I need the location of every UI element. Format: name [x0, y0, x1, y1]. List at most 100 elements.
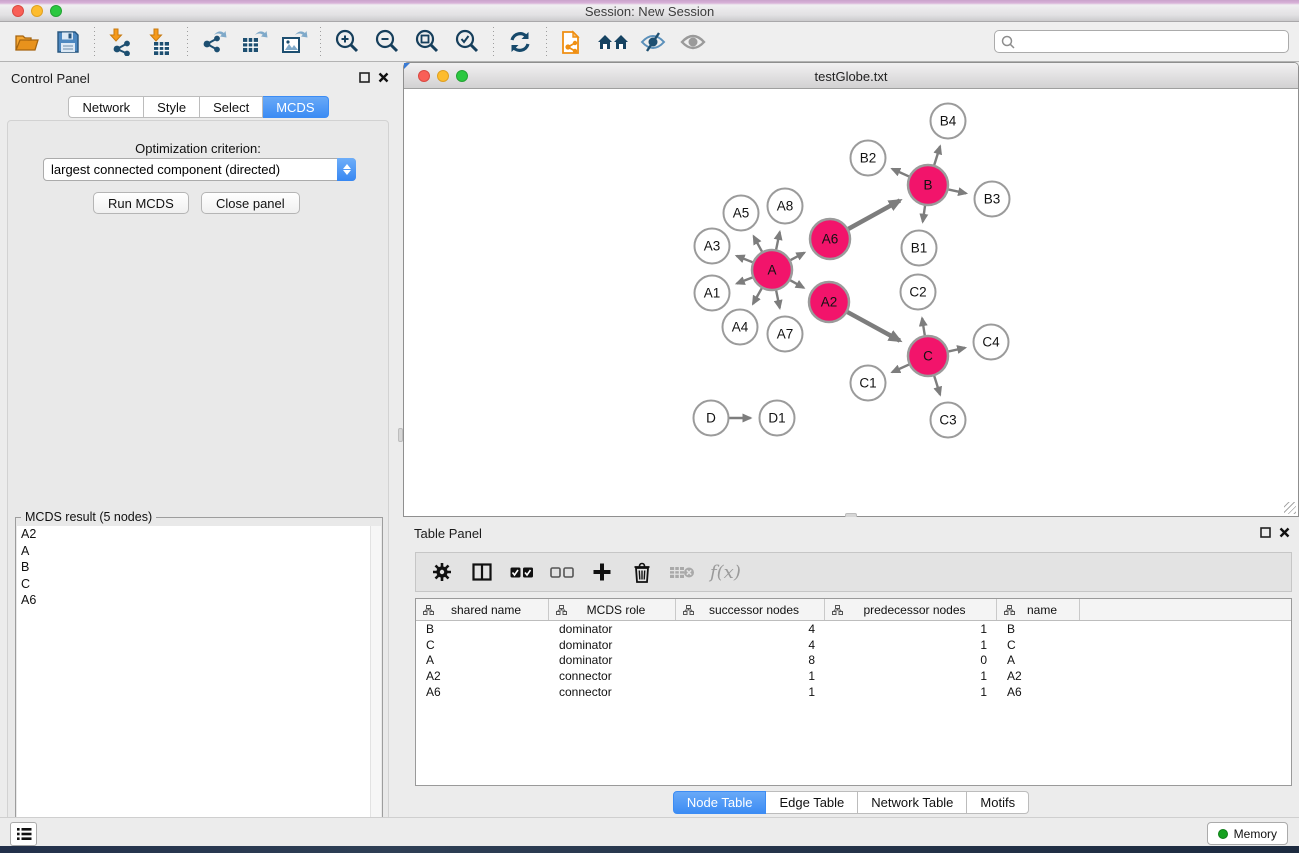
table-row-a6[interactable]: A6connector11A6 — [416, 684, 1291, 700]
graph-edge-B-B1[interactable] — [923, 205, 925, 222]
home-button[interactable] — [593, 25, 633, 59]
graph-node-A7[interactable]: A7 — [768, 317, 803, 352]
import-network-button[interactable] — [101, 25, 141, 59]
column-header-MCDS-role[interactable]: MCDS role — [549, 599, 676, 620]
window-resize-grip[interactable] — [1284, 502, 1296, 514]
table-row-a[interactable]: Adominator80A — [416, 652, 1291, 668]
zoom-fit-button[interactable] — [407, 25, 447, 59]
graph-node-B[interactable]: B — [908, 165, 948, 205]
table-row-b[interactable]: Bdominator41B — [416, 621, 1291, 637]
memory-button[interactable]: Memory — [1207, 822, 1288, 845]
run-mcds-button[interactable]: Run MCDS — [93, 192, 189, 214]
delete-column-button[interactable] — [624, 556, 660, 588]
refresh-button[interactable] — [500, 25, 540, 59]
graph-edge-A2-C[interactable] — [847, 312, 900, 341]
graph-edge-C-C3[interactable] — [934, 375, 940, 395]
graph-edge-A-A8[interactable] — [776, 232, 780, 250]
tab-mcds[interactable]: MCDS — [263, 96, 328, 118]
tab-style[interactable]: Style — [144, 96, 200, 118]
table-row-c[interactable]: Cdominator41C — [416, 637, 1291, 653]
graph-node-B2[interactable]: B2 — [851, 141, 886, 176]
result-item-a[interactable]: A — [17, 543, 371, 560]
graph-node-C2[interactable]: C2 — [901, 275, 936, 310]
graph-node-C[interactable]: C — [908, 336, 948, 376]
graph-node-C3[interactable]: C3 — [931, 403, 966, 438]
close-panel-action-button[interactable]: Close panel — [201, 192, 300, 214]
close-panel-button[interactable] — [376, 70, 390, 84]
tab-select[interactable]: Select — [200, 96, 263, 118]
graph-edge-A-A5[interactable] — [754, 236, 763, 252]
graph-node-B4[interactable]: B4 — [931, 104, 966, 139]
column-header-name[interactable]: name — [997, 599, 1080, 620]
tab-node-table[interactable]: Node Table — [673, 791, 767, 814]
export-network-button[interactable] — [194, 25, 234, 59]
task-history-button[interactable] — [10, 822, 37, 846]
result-item-c[interactable]: C — [17, 576, 371, 593]
zoom-in-button[interactable] — [327, 25, 367, 59]
graph-node-C4[interactable]: C4 — [974, 325, 1009, 360]
tab-motifs[interactable]: Motifs — [967, 791, 1029, 814]
table-row-a2[interactable]: A2connector11A2 — [416, 668, 1291, 684]
graph-node-A3[interactable]: A3 — [695, 229, 730, 264]
tab-network-table[interactable]: Network Table — [858, 791, 967, 814]
graph-node-A1[interactable]: A1 — [695, 276, 730, 311]
column-header-predecessor-nodes[interactable]: predecessor nodes — [825, 599, 997, 620]
mcds-result-list[interactable]: A2ABCA6 — [17, 526, 371, 853]
show-graphics-button[interactable] — [673, 25, 713, 59]
open-session-button[interactable] — [8, 25, 48, 59]
float-panel-button[interactable] — [357, 70, 371, 84]
graph-node-A5[interactable]: A5 — [724, 196, 759, 231]
hide-graphics-button[interactable] — [633, 25, 673, 59]
graph-edge-B-B4[interactable] — [934, 146, 940, 166]
graph-node-A2[interactable]: A2 — [809, 282, 849, 322]
deselect-all-button[interactable] — [544, 556, 580, 588]
network-from-file-button[interactable] — [553, 25, 593, 59]
column-header-shared-name[interactable]: shared name — [416, 599, 549, 620]
splitter-grip[interactable] — [398, 428, 403, 442]
graph-edge-B-B3[interactable] — [948, 189, 967, 193]
select-all-button[interactable] — [504, 556, 540, 588]
graph-node-B1[interactable]: B1 — [902, 231, 937, 266]
result-item-b[interactable]: B — [17, 559, 371, 576]
add-column-button[interactable] — [584, 556, 620, 588]
criterion-select[interactable]: largest connected component (directed) — [43, 158, 356, 181]
graph-node-C1[interactable]: C1 — [851, 366, 886, 401]
graph-edge-A6-B[interactable] — [848, 200, 900, 229]
function-builder-button[interactable]: f(x) — [710, 562, 741, 583]
network-window-titlebar[interactable]: testGlobe.txt — [404, 63, 1298, 89]
graph-edge-A-A7[interactable] — [776, 290, 780, 308]
zoom-selected-button[interactable] — [447, 25, 487, 59]
export-table-button[interactable] — [234, 25, 274, 59]
graph-edge-B-B2[interactable] — [892, 169, 910, 177]
graph-node-A8[interactable]: A8 — [768, 189, 803, 224]
float-table-panel-button[interactable] — [1258, 525, 1272, 539]
graph-edge-A-A4[interactable] — [753, 287, 762, 303]
close-table-panel-button[interactable] — [1277, 525, 1291, 539]
graph-node-A6[interactable]: A6 — [810, 219, 850, 259]
save-session-button[interactable] — [48, 25, 88, 59]
export-image-button[interactable] — [274, 25, 314, 59]
graph-node-B3[interactable]: B3 — [975, 182, 1010, 217]
result-item-a6[interactable]: A6 — [17, 592, 371, 609]
import-table-button[interactable] — [141, 25, 181, 59]
graph-edge-A-A3[interactable] — [737, 256, 754, 263]
graph-edge-A-A1[interactable] — [737, 277, 754, 283]
graph-edge-A-A6[interactable] — [790, 253, 805, 261]
tab-network[interactable]: Network — [68, 96, 144, 118]
graph-edge-C-C1[interactable] — [892, 364, 910, 372]
graph-node-A[interactable]: A — [752, 250, 792, 290]
result-item-a2[interactable]: A2 — [17, 526, 371, 543]
column-header-successor-nodes[interactable]: successor nodes — [676, 599, 825, 620]
result-list-scrollbar[interactable] — [370, 526, 381, 853]
tab-edge-table[interactable]: Edge Table — [766, 791, 858, 814]
zoom-out-button[interactable] — [367, 25, 407, 59]
graph-node-D1[interactable]: D1 — [760, 401, 795, 436]
network-canvas[interactable]: B4B2BB3A5A8A6B1A3AA1C2A2A4A7C4CC1C3DD1 — [405, 90, 1298, 517]
search-input[interactable] — [1016, 32, 1288, 51]
graph-edge-C-C4[interactable] — [948, 348, 966, 352]
graph-edge-C-C2[interactable] — [922, 318, 925, 336]
graph-edge-A-A2[interactable] — [789, 280, 803, 288]
graph-node-D[interactable]: D — [694, 401, 729, 436]
table-settings-button[interactable] — [424, 556, 460, 588]
split-table-view-button[interactable] — [464, 556, 500, 588]
